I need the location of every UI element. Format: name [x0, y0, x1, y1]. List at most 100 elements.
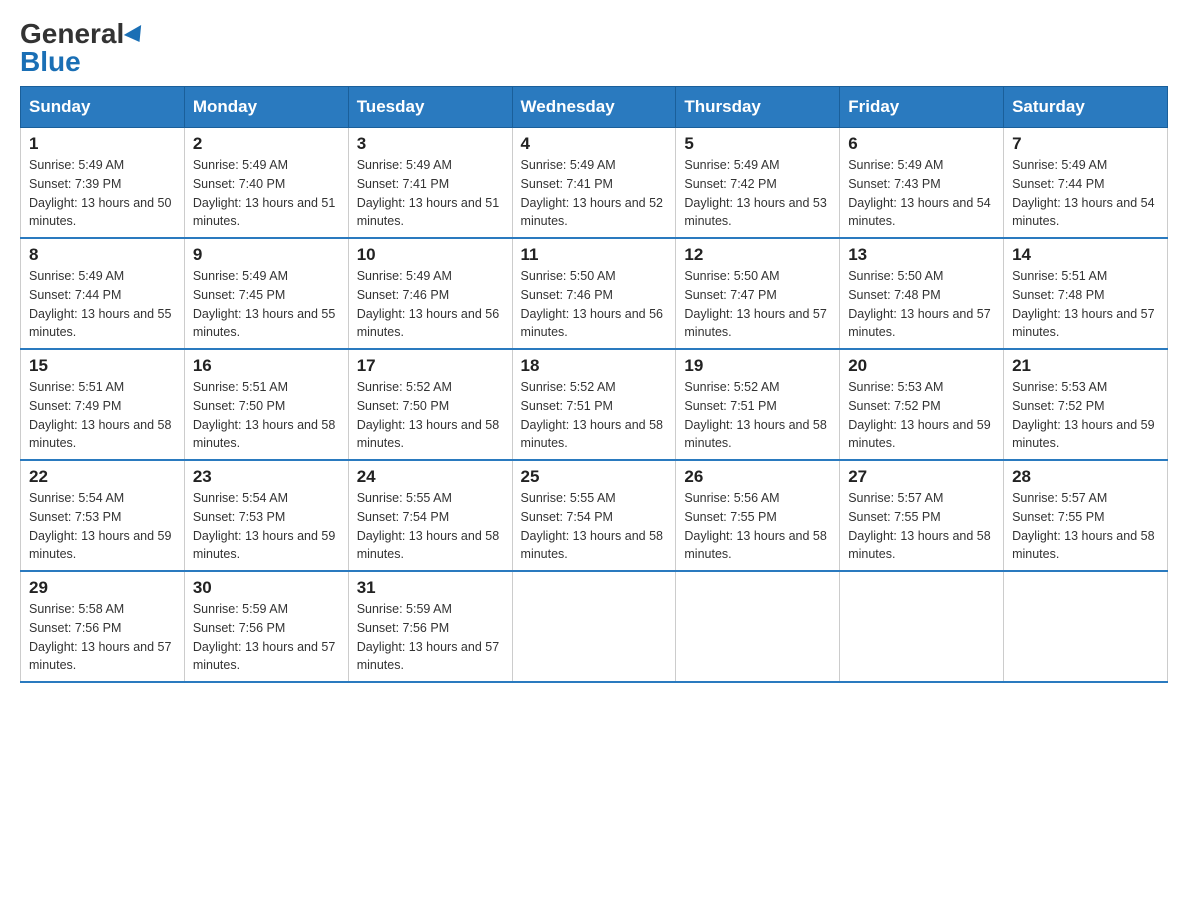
day-info: Sunrise: 5:49 AM Sunset: 7:40 PM Dayligh… — [193, 156, 340, 231]
day-info: Sunrise: 5:49 AM Sunset: 7:44 PM Dayligh… — [29, 267, 176, 342]
calendar-cell: 29 Sunrise: 5:58 AM Sunset: 7:56 PM Dayl… — [21, 571, 185, 682]
calendar-cell: 6 Sunrise: 5:49 AM Sunset: 7:43 PM Dayli… — [840, 128, 1004, 239]
calendar-week-row: 8 Sunrise: 5:49 AM Sunset: 7:44 PM Dayli… — [21, 238, 1168, 349]
calendar-cell: 13 Sunrise: 5:50 AM Sunset: 7:48 PM Dayl… — [840, 238, 1004, 349]
calendar-cell: 2 Sunrise: 5:49 AM Sunset: 7:40 PM Dayli… — [184, 128, 348, 239]
calendar-cell: 8 Sunrise: 5:49 AM Sunset: 7:44 PM Dayli… — [21, 238, 185, 349]
calendar-cell: 17 Sunrise: 5:52 AM Sunset: 7:50 PM Dayl… — [348, 349, 512, 460]
day-number: 17 — [357, 356, 504, 376]
day-number: 24 — [357, 467, 504, 487]
calendar-cell: 23 Sunrise: 5:54 AM Sunset: 7:53 PM Dayl… — [184, 460, 348, 571]
calendar-week-row: 1 Sunrise: 5:49 AM Sunset: 7:39 PM Dayli… — [21, 128, 1168, 239]
day-number: 1 — [29, 134, 176, 154]
day-info: Sunrise: 5:49 AM Sunset: 7:45 PM Dayligh… — [193, 267, 340, 342]
calendar-week-row: 15 Sunrise: 5:51 AM Sunset: 7:49 PM Dayl… — [21, 349, 1168, 460]
logo-blue: Blue — [20, 48, 81, 76]
calendar-cell — [1004, 571, 1168, 682]
day-number: 26 — [684, 467, 831, 487]
day-info: Sunrise: 5:55 AM Sunset: 7:54 PM Dayligh… — [521, 489, 668, 564]
calendar-cell: 21 Sunrise: 5:53 AM Sunset: 7:52 PM Dayl… — [1004, 349, 1168, 460]
day-number: 31 — [357, 578, 504, 598]
calendar-cell: 24 Sunrise: 5:55 AM Sunset: 7:54 PM Dayl… — [348, 460, 512, 571]
logo-triangle-icon — [124, 25, 148, 47]
page-header: General Blue — [20, 20, 1168, 76]
calendar-cell: 19 Sunrise: 5:52 AM Sunset: 7:51 PM Dayl… — [676, 349, 840, 460]
calendar-cell: 1 Sunrise: 5:49 AM Sunset: 7:39 PM Dayli… — [21, 128, 185, 239]
calendar-cell: 3 Sunrise: 5:49 AM Sunset: 7:41 PM Dayli… — [348, 128, 512, 239]
day-number: 20 — [848, 356, 995, 376]
day-info: Sunrise: 5:49 AM Sunset: 7:46 PM Dayligh… — [357, 267, 504, 342]
day-info: Sunrise: 5:50 AM Sunset: 7:48 PM Dayligh… — [848, 267, 995, 342]
day-number: 22 — [29, 467, 176, 487]
day-number: 7 — [1012, 134, 1159, 154]
calendar-cell: 28 Sunrise: 5:57 AM Sunset: 7:55 PM Dayl… — [1004, 460, 1168, 571]
day-info: Sunrise: 5:54 AM Sunset: 7:53 PM Dayligh… — [29, 489, 176, 564]
calendar-cell — [512, 571, 676, 682]
calendar-header-row: SundayMondayTuesdayWednesdayThursdayFrid… — [21, 87, 1168, 128]
day-info: Sunrise: 5:50 AM Sunset: 7:46 PM Dayligh… — [521, 267, 668, 342]
day-info: Sunrise: 5:59 AM Sunset: 7:56 PM Dayligh… — [357, 600, 504, 675]
day-info: Sunrise: 5:57 AM Sunset: 7:55 PM Dayligh… — [1012, 489, 1159, 564]
calendar-cell: 14 Sunrise: 5:51 AM Sunset: 7:48 PM Dayl… — [1004, 238, 1168, 349]
weekday-header-friday: Friday — [840, 87, 1004, 128]
calendar-cell: 16 Sunrise: 5:51 AM Sunset: 7:50 PM Dayl… — [184, 349, 348, 460]
calendar-cell: 12 Sunrise: 5:50 AM Sunset: 7:47 PM Dayl… — [676, 238, 840, 349]
calendar-cell: 5 Sunrise: 5:49 AM Sunset: 7:42 PM Dayli… — [676, 128, 840, 239]
day-number: 21 — [1012, 356, 1159, 376]
day-number: 8 — [29, 245, 176, 265]
calendar-cell: 9 Sunrise: 5:49 AM Sunset: 7:45 PM Dayli… — [184, 238, 348, 349]
day-info: Sunrise: 5:49 AM Sunset: 7:42 PM Dayligh… — [684, 156, 831, 231]
calendar-week-row: 29 Sunrise: 5:58 AM Sunset: 7:56 PM Dayl… — [21, 571, 1168, 682]
calendar-cell: 20 Sunrise: 5:53 AM Sunset: 7:52 PM Dayl… — [840, 349, 1004, 460]
day-info: Sunrise: 5:50 AM Sunset: 7:47 PM Dayligh… — [684, 267, 831, 342]
calendar-cell: 18 Sunrise: 5:52 AM Sunset: 7:51 PM Dayl… — [512, 349, 676, 460]
day-number: 18 — [521, 356, 668, 376]
calendar-cell: 26 Sunrise: 5:56 AM Sunset: 7:55 PM Dayl… — [676, 460, 840, 571]
calendar-cell: 15 Sunrise: 5:51 AM Sunset: 7:49 PM Dayl… — [21, 349, 185, 460]
day-number: 16 — [193, 356, 340, 376]
day-number: 2 — [193, 134, 340, 154]
weekday-header-saturday: Saturday — [1004, 87, 1168, 128]
calendar-cell — [676, 571, 840, 682]
weekday-header-thursday: Thursday — [676, 87, 840, 128]
day-info: Sunrise: 5:53 AM Sunset: 7:52 PM Dayligh… — [1012, 378, 1159, 453]
day-number: 4 — [521, 134, 668, 154]
day-info: Sunrise: 5:49 AM Sunset: 7:44 PM Dayligh… — [1012, 156, 1159, 231]
weekday-header-wednesday: Wednesday — [512, 87, 676, 128]
calendar-cell: 22 Sunrise: 5:54 AM Sunset: 7:53 PM Dayl… — [21, 460, 185, 571]
day-info: Sunrise: 5:57 AM Sunset: 7:55 PM Dayligh… — [848, 489, 995, 564]
day-info: Sunrise: 5:55 AM Sunset: 7:54 PM Dayligh… — [357, 489, 504, 564]
weekday-header-sunday: Sunday — [21, 87, 185, 128]
calendar-cell: 30 Sunrise: 5:59 AM Sunset: 7:56 PM Dayl… — [184, 571, 348, 682]
day-number: 14 — [1012, 245, 1159, 265]
calendar-cell: 7 Sunrise: 5:49 AM Sunset: 7:44 PM Dayli… — [1004, 128, 1168, 239]
day-number: 30 — [193, 578, 340, 598]
weekday-header-tuesday: Tuesday — [348, 87, 512, 128]
day-number: 10 — [357, 245, 504, 265]
day-info: Sunrise: 5:52 AM Sunset: 7:51 PM Dayligh… — [684, 378, 831, 453]
day-number: 23 — [193, 467, 340, 487]
day-number: 19 — [684, 356, 831, 376]
day-info: Sunrise: 5:54 AM Sunset: 7:53 PM Dayligh… — [193, 489, 340, 564]
calendar-cell: 10 Sunrise: 5:49 AM Sunset: 7:46 PM Dayl… — [348, 238, 512, 349]
day-info: Sunrise: 5:56 AM Sunset: 7:55 PM Dayligh… — [684, 489, 831, 564]
calendar-cell: 4 Sunrise: 5:49 AM Sunset: 7:41 PM Dayli… — [512, 128, 676, 239]
day-number: 27 — [848, 467, 995, 487]
calendar-cell: 31 Sunrise: 5:59 AM Sunset: 7:56 PM Dayl… — [348, 571, 512, 682]
day-info: Sunrise: 5:58 AM Sunset: 7:56 PM Dayligh… — [29, 600, 176, 675]
calendar-cell: 25 Sunrise: 5:55 AM Sunset: 7:54 PM Dayl… — [512, 460, 676, 571]
logo: General Blue — [20, 20, 146, 76]
day-number: 29 — [29, 578, 176, 598]
day-number: 11 — [521, 245, 668, 265]
day-number: 5 — [684, 134, 831, 154]
day-number: 28 — [1012, 467, 1159, 487]
calendar-cell: 11 Sunrise: 5:50 AM Sunset: 7:46 PM Dayl… — [512, 238, 676, 349]
day-number: 12 — [684, 245, 831, 265]
day-info: Sunrise: 5:49 AM Sunset: 7:43 PM Dayligh… — [848, 156, 995, 231]
day-number: 9 — [193, 245, 340, 265]
day-number: 13 — [848, 245, 995, 265]
calendar-cell — [840, 571, 1004, 682]
weekday-header-monday: Monday — [184, 87, 348, 128]
day-info: Sunrise: 5:53 AM Sunset: 7:52 PM Dayligh… — [848, 378, 995, 453]
day-info: Sunrise: 5:51 AM Sunset: 7:50 PM Dayligh… — [193, 378, 340, 453]
